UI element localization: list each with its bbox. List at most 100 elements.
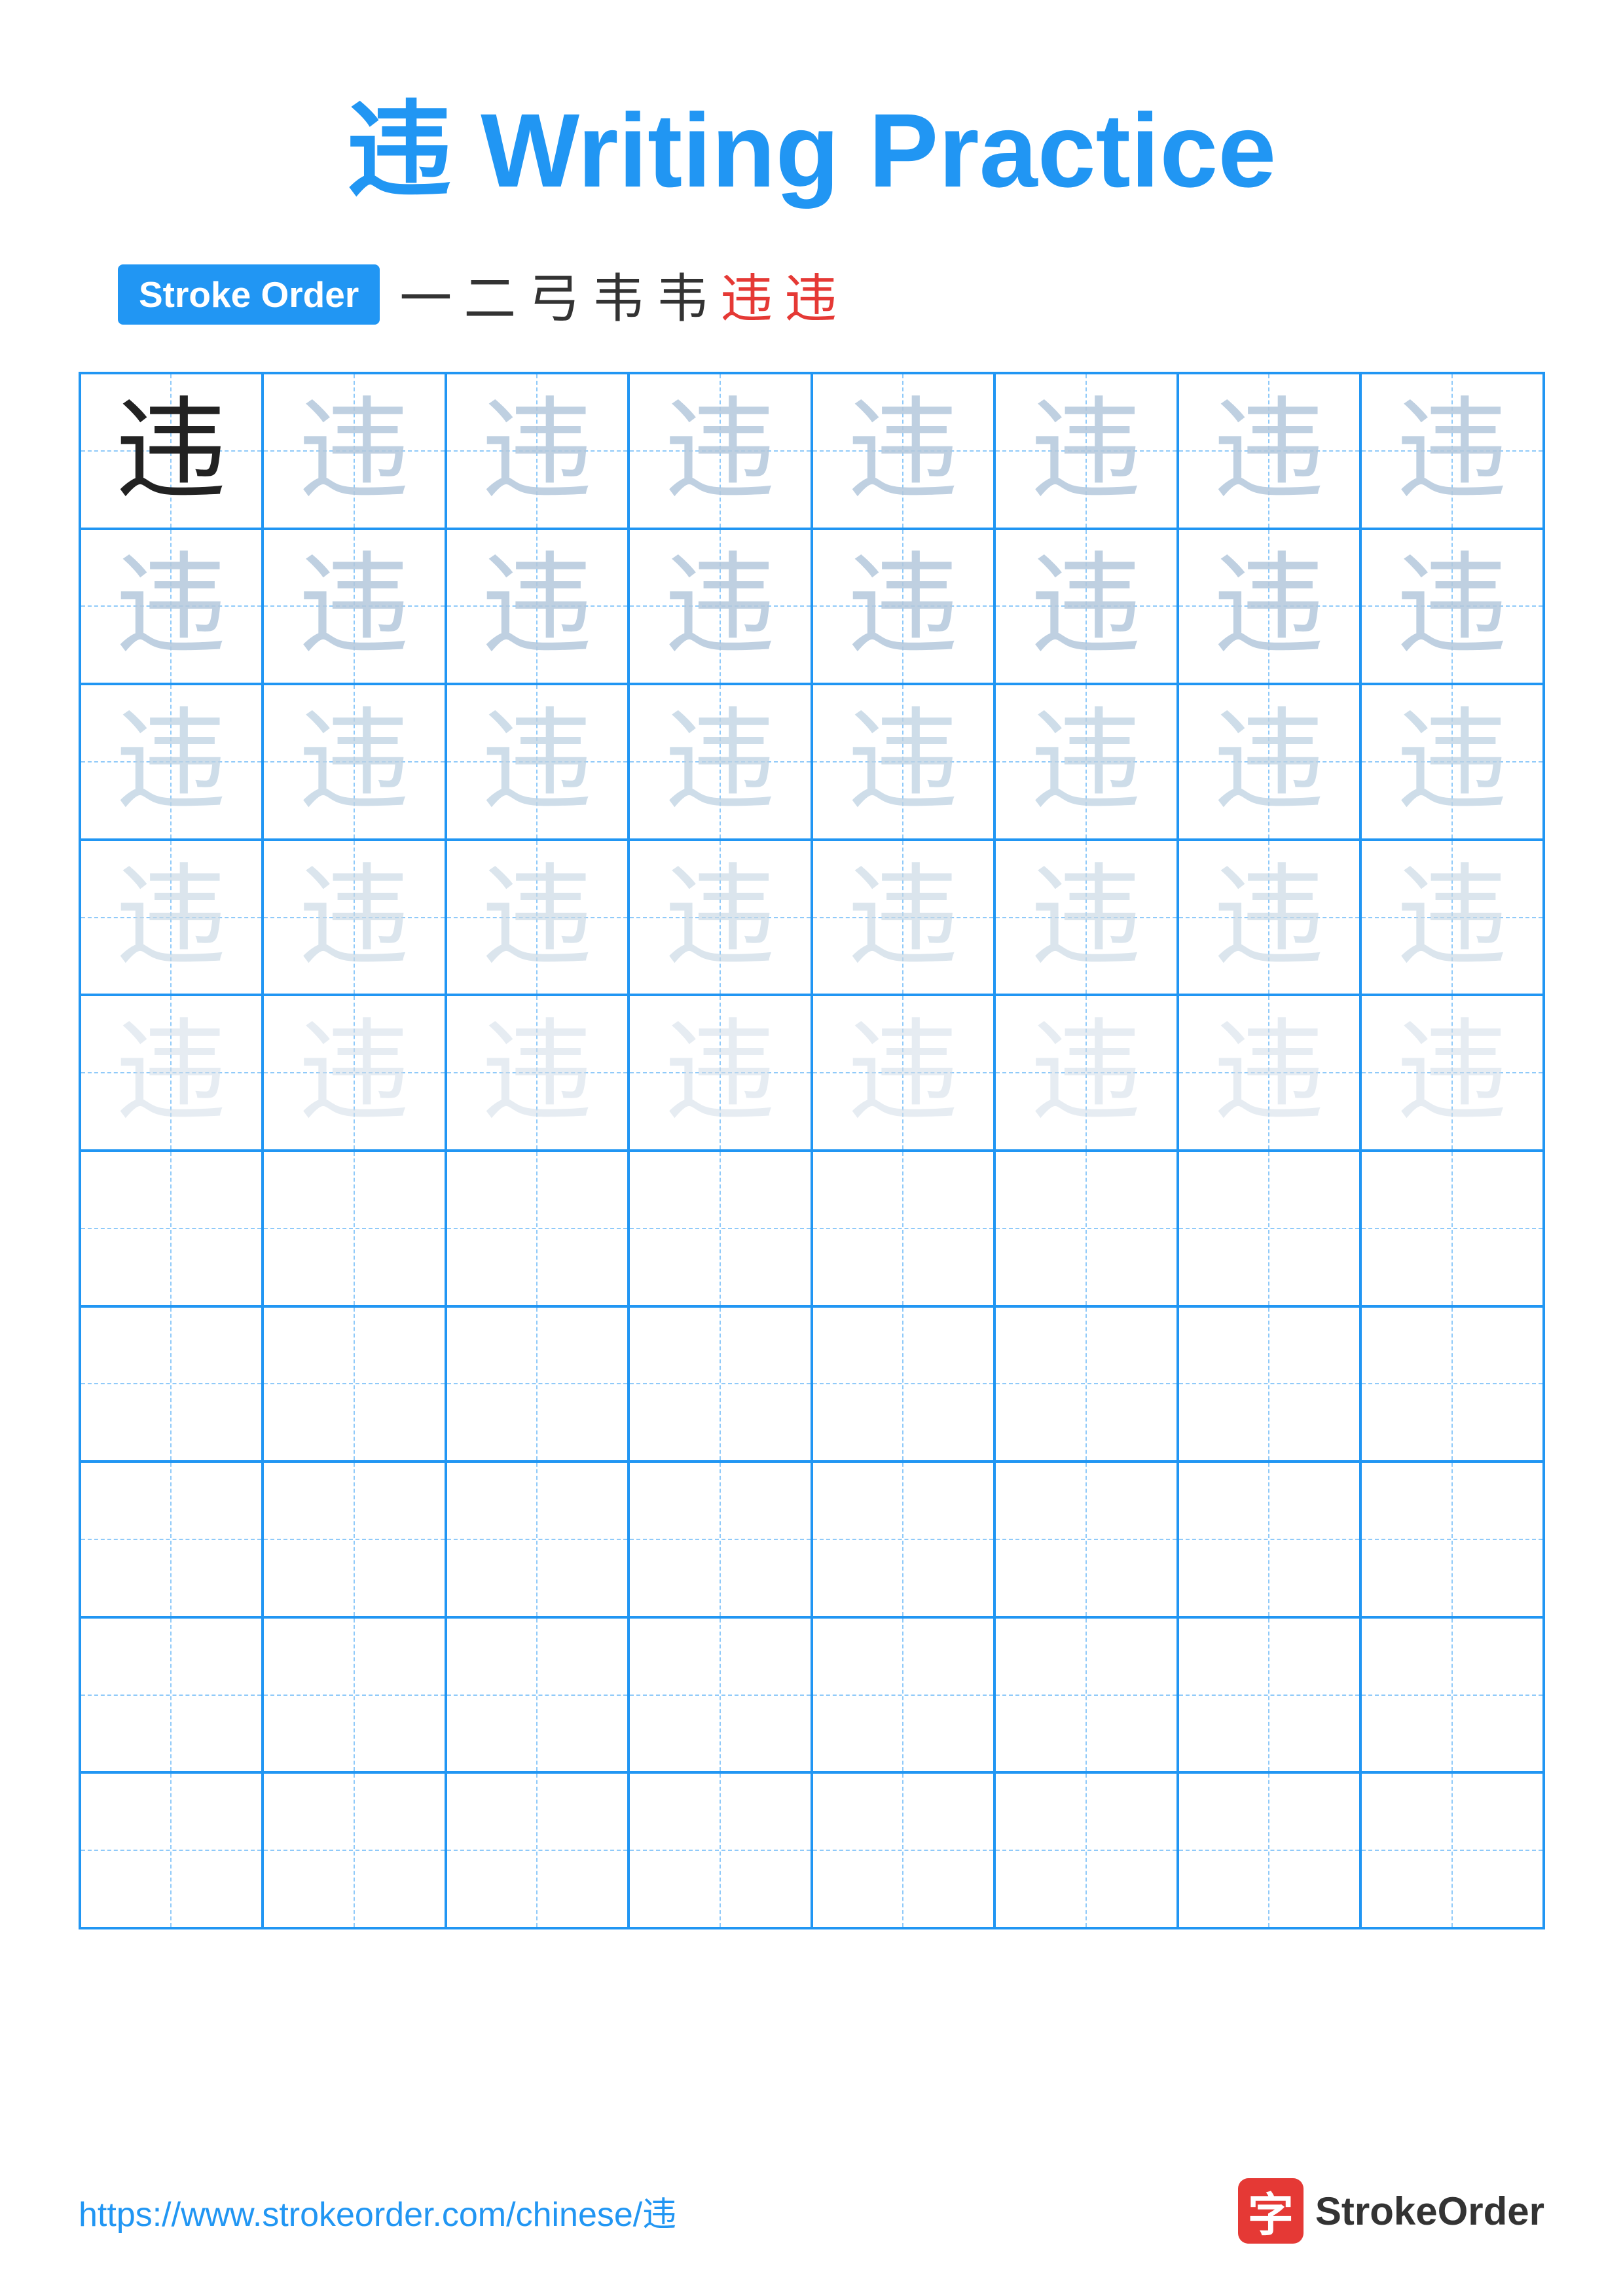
grid-cell[interactable] (1360, 1151, 1544, 1306)
stroke-order-badge: Stroke Order (118, 264, 380, 325)
grid-cell[interactable] (812, 1151, 995, 1306)
grid-cell[interactable]: 违 (994, 840, 1178, 996)
grid-cell[interactable]: 违 (1360, 684, 1544, 840)
grid-cell[interactable]: 违 (994, 995, 1178, 1151)
grid-cell[interactable]: 违 (1360, 373, 1544, 529)
grid-cell[interactable]: 违 (994, 373, 1178, 529)
grid-cell[interactable] (629, 1462, 812, 1617)
grid-cell[interactable]: 违 (80, 684, 263, 840)
grid-cell[interactable] (812, 1772, 995, 1928)
grid-cell[interactable] (994, 1772, 1178, 1928)
grid-cell[interactable] (446, 1306, 629, 1462)
grid-cell[interactable] (812, 1306, 995, 1462)
practice-char: 违 (1213, 1017, 1324, 1128)
grid-cell[interactable] (1178, 1306, 1361, 1462)
grid-cell[interactable] (812, 1462, 995, 1617)
stroke-7: 违 (784, 257, 837, 332)
grid-cell[interactable] (629, 1772, 812, 1928)
grid-cell[interactable]: 违 (1360, 995, 1544, 1151)
grid-cell[interactable] (1178, 1617, 1361, 1773)
grid-cell[interactable] (446, 1462, 629, 1617)
grid-cell[interactable]: 违 (80, 995, 263, 1151)
practice-char: 违 (481, 550, 593, 662)
grid-cell[interactable] (629, 1617, 812, 1773)
grid-cell[interactable] (994, 1306, 1178, 1462)
grid-cell[interactable]: 违 (1360, 529, 1544, 685)
grid-cell[interactable]: 违 (446, 684, 629, 840)
grid-cell[interactable]: 违 (446, 995, 629, 1151)
grid-cell[interactable]: 违 (80, 373, 263, 529)
grid-cell[interactable] (446, 1151, 629, 1306)
grid-cell[interactable]: 违 (1360, 840, 1544, 996)
grid-cell[interactable]: 违 (629, 373, 812, 529)
grid-cell[interactable]: 违 (80, 529, 263, 685)
practice-char: 违 (1396, 1017, 1508, 1128)
grid-cell[interactable] (1360, 1772, 1544, 1928)
practice-char: 违 (299, 1017, 410, 1128)
practice-char: 违 (1030, 395, 1142, 507)
grid-cell[interactable] (629, 1306, 812, 1462)
practice-char: 违 (847, 550, 958, 662)
grid-cell[interactable]: 违 (263, 995, 446, 1151)
grid-cell[interactable]: 违 (629, 684, 812, 840)
grid-cell[interactable] (80, 1151, 263, 1306)
grid-cell[interactable] (263, 1306, 446, 1462)
grid-cell[interactable] (1360, 1306, 1544, 1462)
page-title: 违 Writing Practice (347, 65, 1277, 217)
grid-cell[interactable] (80, 1617, 263, 1773)
grid-cell[interactable]: 违 (629, 995, 812, 1151)
grid-cell[interactable]: 违 (994, 529, 1178, 685)
grid-cell[interactable]: 违 (812, 684, 995, 840)
grid-cell[interactable]: 违 (263, 373, 446, 529)
grid-cell[interactable]: 违 (629, 840, 812, 996)
stroke-1: 一 (399, 257, 452, 332)
practice-char: 违 (1030, 862, 1142, 973)
grid-cell[interactable] (1360, 1462, 1544, 1617)
practice-char: 违 (481, 395, 593, 507)
grid-cell[interactable] (446, 1772, 629, 1928)
grid-cell[interactable]: 违 (1178, 995, 1361, 1151)
grid-cell[interactable]: 违 (1178, 684, 1361, 840)
grid-cell[interactable] (1178, 1772, 1361, 1928)
grid-cell[interactable]: 违 (263, 684, 446, 840)
footer-logo: 字 StrokeOrder (1238, 2178, 1544, 2244)
grid-cell[interactable]: 违 (263, 840, 446, 996)
grid-cell[interactable]: 违 (812, 840, 995, 996)
grid-cell[interactable] (80, 1462, 263, 1617)
grid-cell[interactable]: 违 (446, 529, 629, 685)
grid-cell[interactable] (263, 1772, 446, 1928)
grid-cell[interactable]: 违 (994, 684, 1178, 840)
grid-cell[interactable]: 违 (1178, 529, 1361, 685)
grid-cell[interactable] (994, 1462, 1178, 1617)
grid-cell[interactable]: 违 (629, 529, 812, 685)
grid-cell[interactable] (1178, 1151, 1361, 1306)
grid-cell[interactable] (80, 1306, 263, 1462)
grid-cell[interactable] (80, 1772, 263, 1928)
grid-cell[interactable]: 违 (1178, 840, 1361, 996)
grid-cell[interactable]: 违 (263, 529, 446, 685)
practice-char: 违 (1396, 395, 1508, 507)
practice-char: 违 (1030, 550, 1142, 662)
grid-cell[interactable]: 违 (812, 995, 995, 1151)
grid-cell[interactable] (446, 1617, 629, 1773)
grid-cell[interactable]: 违 (80, 840, 263, 996)
grid-cell[interactable]: 违 (812, 529, 995, 685)
grid-cell[interactable] (994, 1151, 1178, 1306)
practice-char: 违 (299, 862, 410, 973)
grid-cell[interactable] (994, 1617, 1178, 1773)
practice-char: 违 (115, 862, 227, 973)
grid-cell[interactable]: 违 (446, 373, 629, 529)
grid-cell[interactable] (812, 1617, 995, 1773)
grid-cell[interactable] (263, 1617, 446, 1773)
grid-cell[interactable] (263, 1462, 446, 1617)
grid-cell[interactable] (1178, 1462, 1361, 1617)
grid-cell[interactable]: 违 (1178, 373, 1361, 529)
grid-cell[interactable] (263, 1151, 446, 1306)
grid-cell[interactable]: 违 (812, 373, 995, 529)
grid-cell[interactable]: 违 (446, 840, 629, 996)
grid-cell[interactable] (629, 1151, 812, 1306)
grid-cell[interactable] (1360, 1617, 1544, 1773)
footer-url[interactable]: https://www.strokeorder.com/chinese/违 (79, 2187, 676, 2236)
practice-char: 违 (115, 706, 227, 817)
practice-char: 违 (1213, 706, 1324, 817)
